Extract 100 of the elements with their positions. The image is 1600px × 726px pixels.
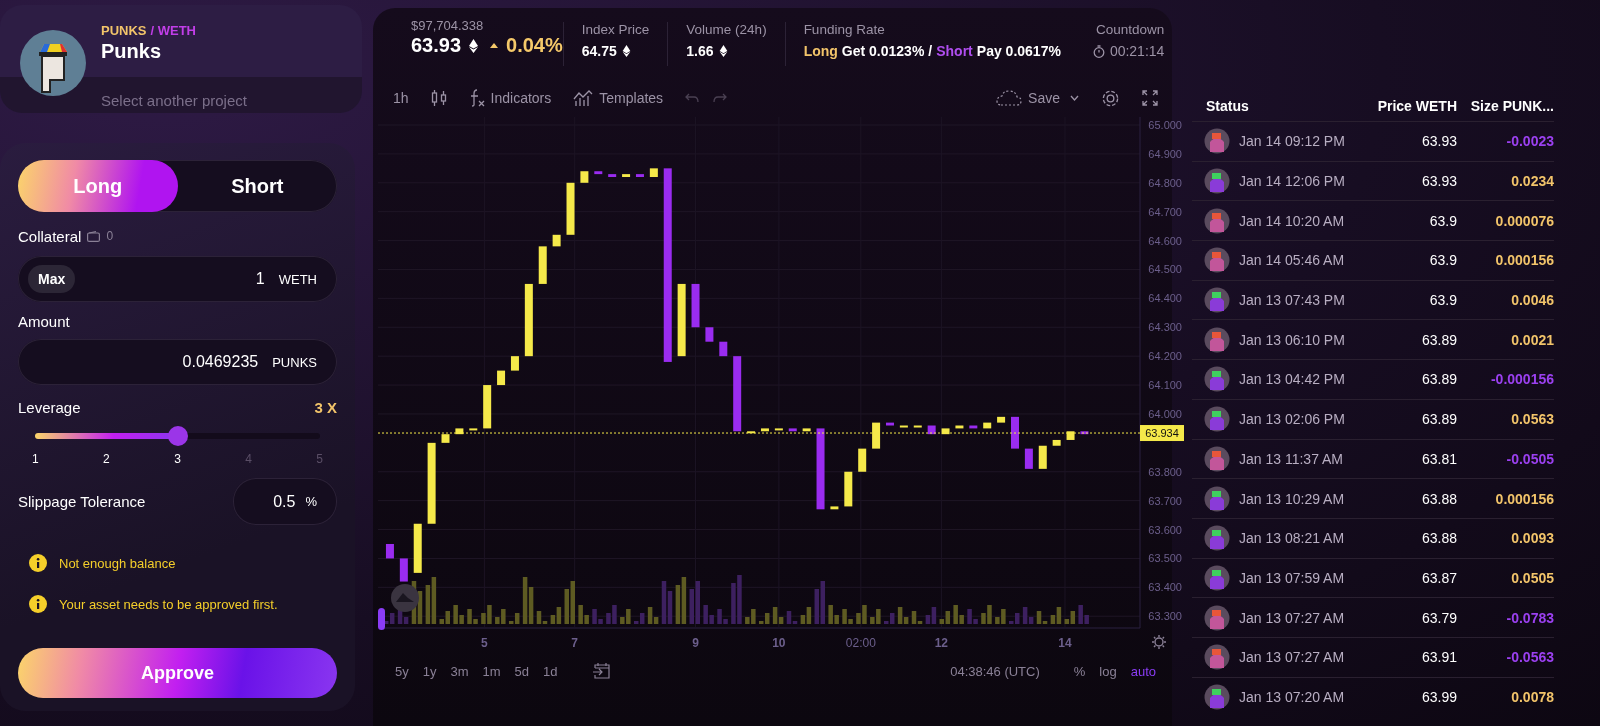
- trade-size: -0.0783: [1505, 609, 1554, 626]
- side-tab[interactable]: Short: [177, 160, 337, 212]
- trade-price: 63.91: [1420, 649, 1457, 666]
- field-label: Amount: [18, 312, 70, 330]
- usd-price: $97,704.338: [411, 18, 485, 33]
- chart-icon: [573, 90, 594, 106]
- axis-label: 64.500: [1148, 263, 1182, 276]
- field-value: 1: [255, 270, 265, 288]
- axis-label: 64.000: [1148, 407, 1182, 420]
- tick-label: 4: [245, 452, 252, 466]
- slippage-field[interactable]: 0.5 %: [233, 478, 337, 525]
- axis-label: 64.900: [1148, 147, 1182, 160]
- countdown-value: 00:21:14: [1109, 43, 1165, 59]
- trade-size: -0.000156: [1489, 371, 1554, 388]
- range-button[interactable]: 1d: [543, 663, 558, 679]
- trade-size: 0.000156: [1494, 252, 1554, 269]
- ethereum-icon: [469, 38, 479, 53]
- axis-label: 64.400: [1148, 292, 1182, 305]
- trade-size: 0.0046: [1510, 292, 1554, 309]
- range-button[interactable]: 3m: [450, 663, 469, 679]
- trade-size: 0.000156: [1494, 490, 1554, 507]
- max-button[interactable]: Max: [28, 265, 76, 293]
- trade-time: Jan 14 05:46 AM: [1239, 252, 1345, 269]
- trade-size: 0.0093: [1510, 530, 1554, 547]
- trade-price: 63.79: [1420, 609, 1457, 626]
- candles-icon[interactable]: [430, 89, 447, 107]
- trade-size: -0.0563: [1505, 649, 1554, 666]
- axis-label: 63.400: [1148, 581, 1182, 594]
- settings-icon[interactable]: [1151, 634, 1167, 650]
- unit-label: WETH: [278, 271, 317, 287]
- scale-option[interactable]: %: [1073, 663, 1086, 679]
- trade-price: 63.89: [1420, 411, 1457, 428]
- axis-label: 64.100: [1148, 379, 1182, 392]
- axis-label: 64.600: [1148, 234, 1182, 247]
- tick-label: 3: [174, 452, 181, 466]
- wallet-icon: [87, 230, 101, 242]
- interval-button[interactable]: 1h: [393, 90, 409, 106]
- scale-option[interactable]: auto: [1130, 663, 1156, 679]
- slider-thumb[interactable]: [167, 426, 188, 446]
- price-change: 0.04%: [506, 34, 563, 57]
- funding-value: Get 0.0123%: [841, 43, 925, 59]
- fullscreen-icon[interactable]: [1142, 90, 1158, 106]
- scroll-handle[interactable]: [378, 608, 385, 630]
- short-label: Short: [936, 43, 973, 59]
- templates-button[interactable]: Templates: [573, 90, 664, 106]
- axis-label: 63.800: [1148, 465, 1182, 478]
- caret-down-icon[interactable]: [1070, 95, 1079, 101]
- approve-button[interactable]: Approve: [18, 648, 337, 698]
- trade-time: Jan 14 12:06 PM: [1239, 173, 1345, 190]
- collateral-field[interactable]: Max 1 WETH: [18, 256, 337, 302]
- amount-field[interactable]: 0.0469235 PUNKS: [18, 339, 337, 385]
- project-name: Punks: [101, 40, 163, 63]
- price-tag: 63.934: [1140, 425, 1184, 441]
- scale-option[interactable]: log: [1099, 663, 1117, 679]
- trade-time: Jan 13 04:42 PM: [1239, 371, 1345, 388]
- axis-label: 14: [1058, 636, 1072, 650]
- stat-label: Countdown: [1096, 22, 1165, 37]
- ethereum-icon: [718, 45, 728, 57]
- info-icon: [29, 554, 47, 572]
- last-price: 63.93: [411, 34, 462, 57]
- tick-label: 5: [316, 452, 323, 466]
- timer-icon: [1092, 44, 1105, 58]
- trade-time: Jan 13 07:20 AM: [1239, 688, 1345, 705]
- axis-label: 7: [571, 636, 578, 650]
- axis-label: 02:00: [845, 636, 876, 650]
- project-card[interactable]: PUNKS / WETH Punks Select another project: [0, 5, 362, 113]
- range-button[interactable]: 1m: [482, 663, 501, 679]
- trade-price: 63.88: [1420, 490, 1457, 507]
- warning-text: Not enough balance: [59, 555, 176, 571]
- trade-time: Jan 13 07:27 AM: [1239, 649, 1345, 666]
- trade-time: Jan 14 10:20 AM: [1239, 212, 1345, 229]
- field-label: Slippage Tolerance: [18, 492, 146, 512]
- trade-price: 63.87: [1420, 569, 1457, 586]
- axis-label: 5: [481, 636, 488, 650]
- save-button[interactable]: Save: [996, 90, 1060, 106]
- settings-icon[interactable]: [1101, 88, 1120, 108]
- calendar-icon[interactable]: [591, 663, 610, 679]
- info-icon: [29, 595, 47, 613]
- trade-size: 0.0021: [1510, 331, 1554, 348]
- trade-size: -0.0023: [1505, 133, 1554, 150]
- tick-label: 2: [103, 452, 110, 466]
- warning-text: Your asset needs to be approved first.: [59, 596, 278, 612]
- balance-value: 0: [106, 229, 114, 243]
- trade-size: 0.0234: [1510, 173, 1554, 190]
- trade-size: 0.000076: [1494, 212, 1554, 229]
- trade-price: 63.9: [1428, 252, 1457, 269]
- trade-size: 0.0563: [1510, 411, 1554, 428]
- side-tab[interactable]: Long: [18, 160, 178, 212]
- column-header: Price WETH: [1376, 98, 1457, 114]
- axis-label: 63.700: [1148, 494, 1182, 507]
- range-button[interactable]: 1y: [422, 663, 437, 679]
- axis-label: 10: [772, 636, 786, 650]
- stat-label: Funding Rate: [803, 22, 886, 37]
- indicators-button[interactable]: Indicators: [468, 89, 552, 107]
- trade-size: 0.0505: [1510, 569, 1554, 586]
- trade-time: Jan 13 02:06 PM: [1239, 411, 1345, 428]
- range-button[interactable]: 5d: [514, 663, 530, 679]
- stat-value: 1.66: [686, 43, 714, 59]
- axis-label: 9: [692, 636, 699, 650]
- range-button[interactable]: 5y: [395, 663, 409, 679]
